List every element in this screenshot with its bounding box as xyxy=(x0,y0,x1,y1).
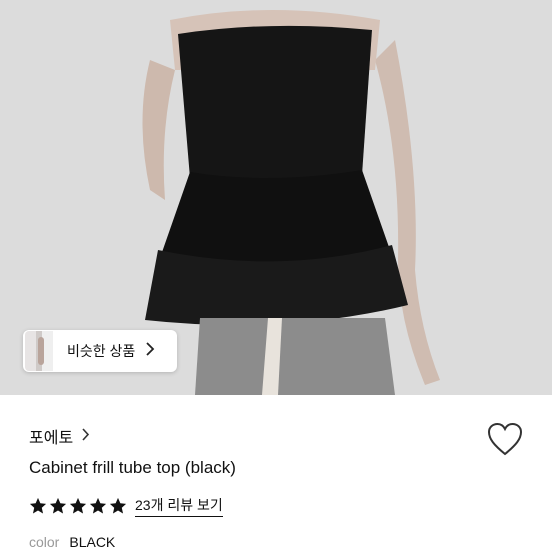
star-filled-icon xyxy=(109,497,127,514)
star-filled-icon xyxy=(89,497,107,514)
brand-link[interactable]: 포에토 xyxy=(29,424,90,448)
product-title: Cabinet frill tube top (black) xyxy=(29,458,236,477)
star-rating xyxy=(29,497,127,515)
color-option: color BLACK xyxy=(29,534,115,550)
chevron-right-icon xyxy=(145,341,155,361)
brand-name: 포에토 xyxy=(29,430,74,447)
option-value: BLACK xyxy=(69,534,116,550)
chevron-right-icon xyxy=(81,427,90,445)
rating-row: 23개 리뷰 보기 xyxy=(29,495,223,517)
option-label: color xyxy=(29,534,60,550)
star-filled-icon xyxy=(69,497,87,514)
heart-outline-icon[interactable] xyxy=(486,421,524,457)
similar-products-button[interactable]: 비슷한 상품 xyxy=(23,330,177,372)
similar-product-thumbnail xyxy=(25,331,53,371)
star-filled-icon xyxy=(49,497,67,514)
star-filled-icon xyxy=(29,497,47,514)
reviews-link[interactable]: 23개 리뷰 보기 xyxy=(135,495,223,517)
similar-products-label: 비슷한 상품 xyxy=(67,343,136,359)
